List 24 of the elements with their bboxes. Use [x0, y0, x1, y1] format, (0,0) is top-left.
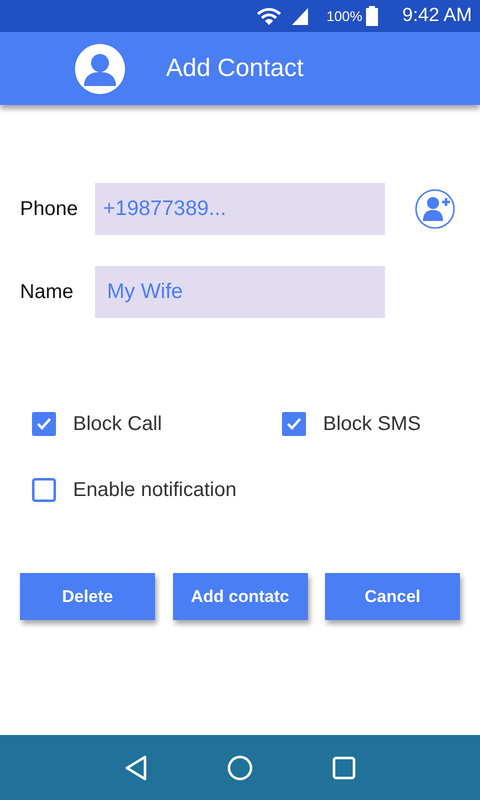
checkbox[interactable]	[32, 412, 56, 436]
home-icon[interactable]	[226, 754, 253, 780]
checkbox[interactable]	[282, 412, 306, 436]
checkbox[interactable]	[32, 478, 56, 502]
checkbox-label: Enable notification	[73, 478, 236, 503]
avatar-icon	[75, 44, 125, 94]
delete-button[interactable]: Delete	[20, 573, 155, 620]
name-field[interactable]: My Wife	[95, 266, 385, 318]
field-label: Phone	[20, 197, 79, 222]
recent-apps-icon[interactable]	[332, 756, 356, 780]
cancel-button[interactable]: Cancel	[325, 573, 460, 620]
screen-title: Add Contact	[166, 52, 304, 84]
battery-icon	[366, 6, 378, 26]
add-contact-button[interactable]: Add contatc	[172, 573, 308, 620]
signal-icon	[290, 6, 310, 26]
add-person-icon[interactable]	[415, 189, 455, 229]
field-label: Name	[20, 280, 74, 305]
wifi-icon	[256, 6, 282, 26]
clock: 9:42 AM	[402, 4, 472, 28]
back-icon[interactable]	[124, 754, 148, 780]
checkbox-label: Block SMS	[323, 412, 421, 437]
phone-field[interactable]: +19877389...	[95, 183, 385, 235]
checkbox-label: Block Call	[73, 412, 162, 437]
battery-level: 100%	[326, 6, 362, 26]
